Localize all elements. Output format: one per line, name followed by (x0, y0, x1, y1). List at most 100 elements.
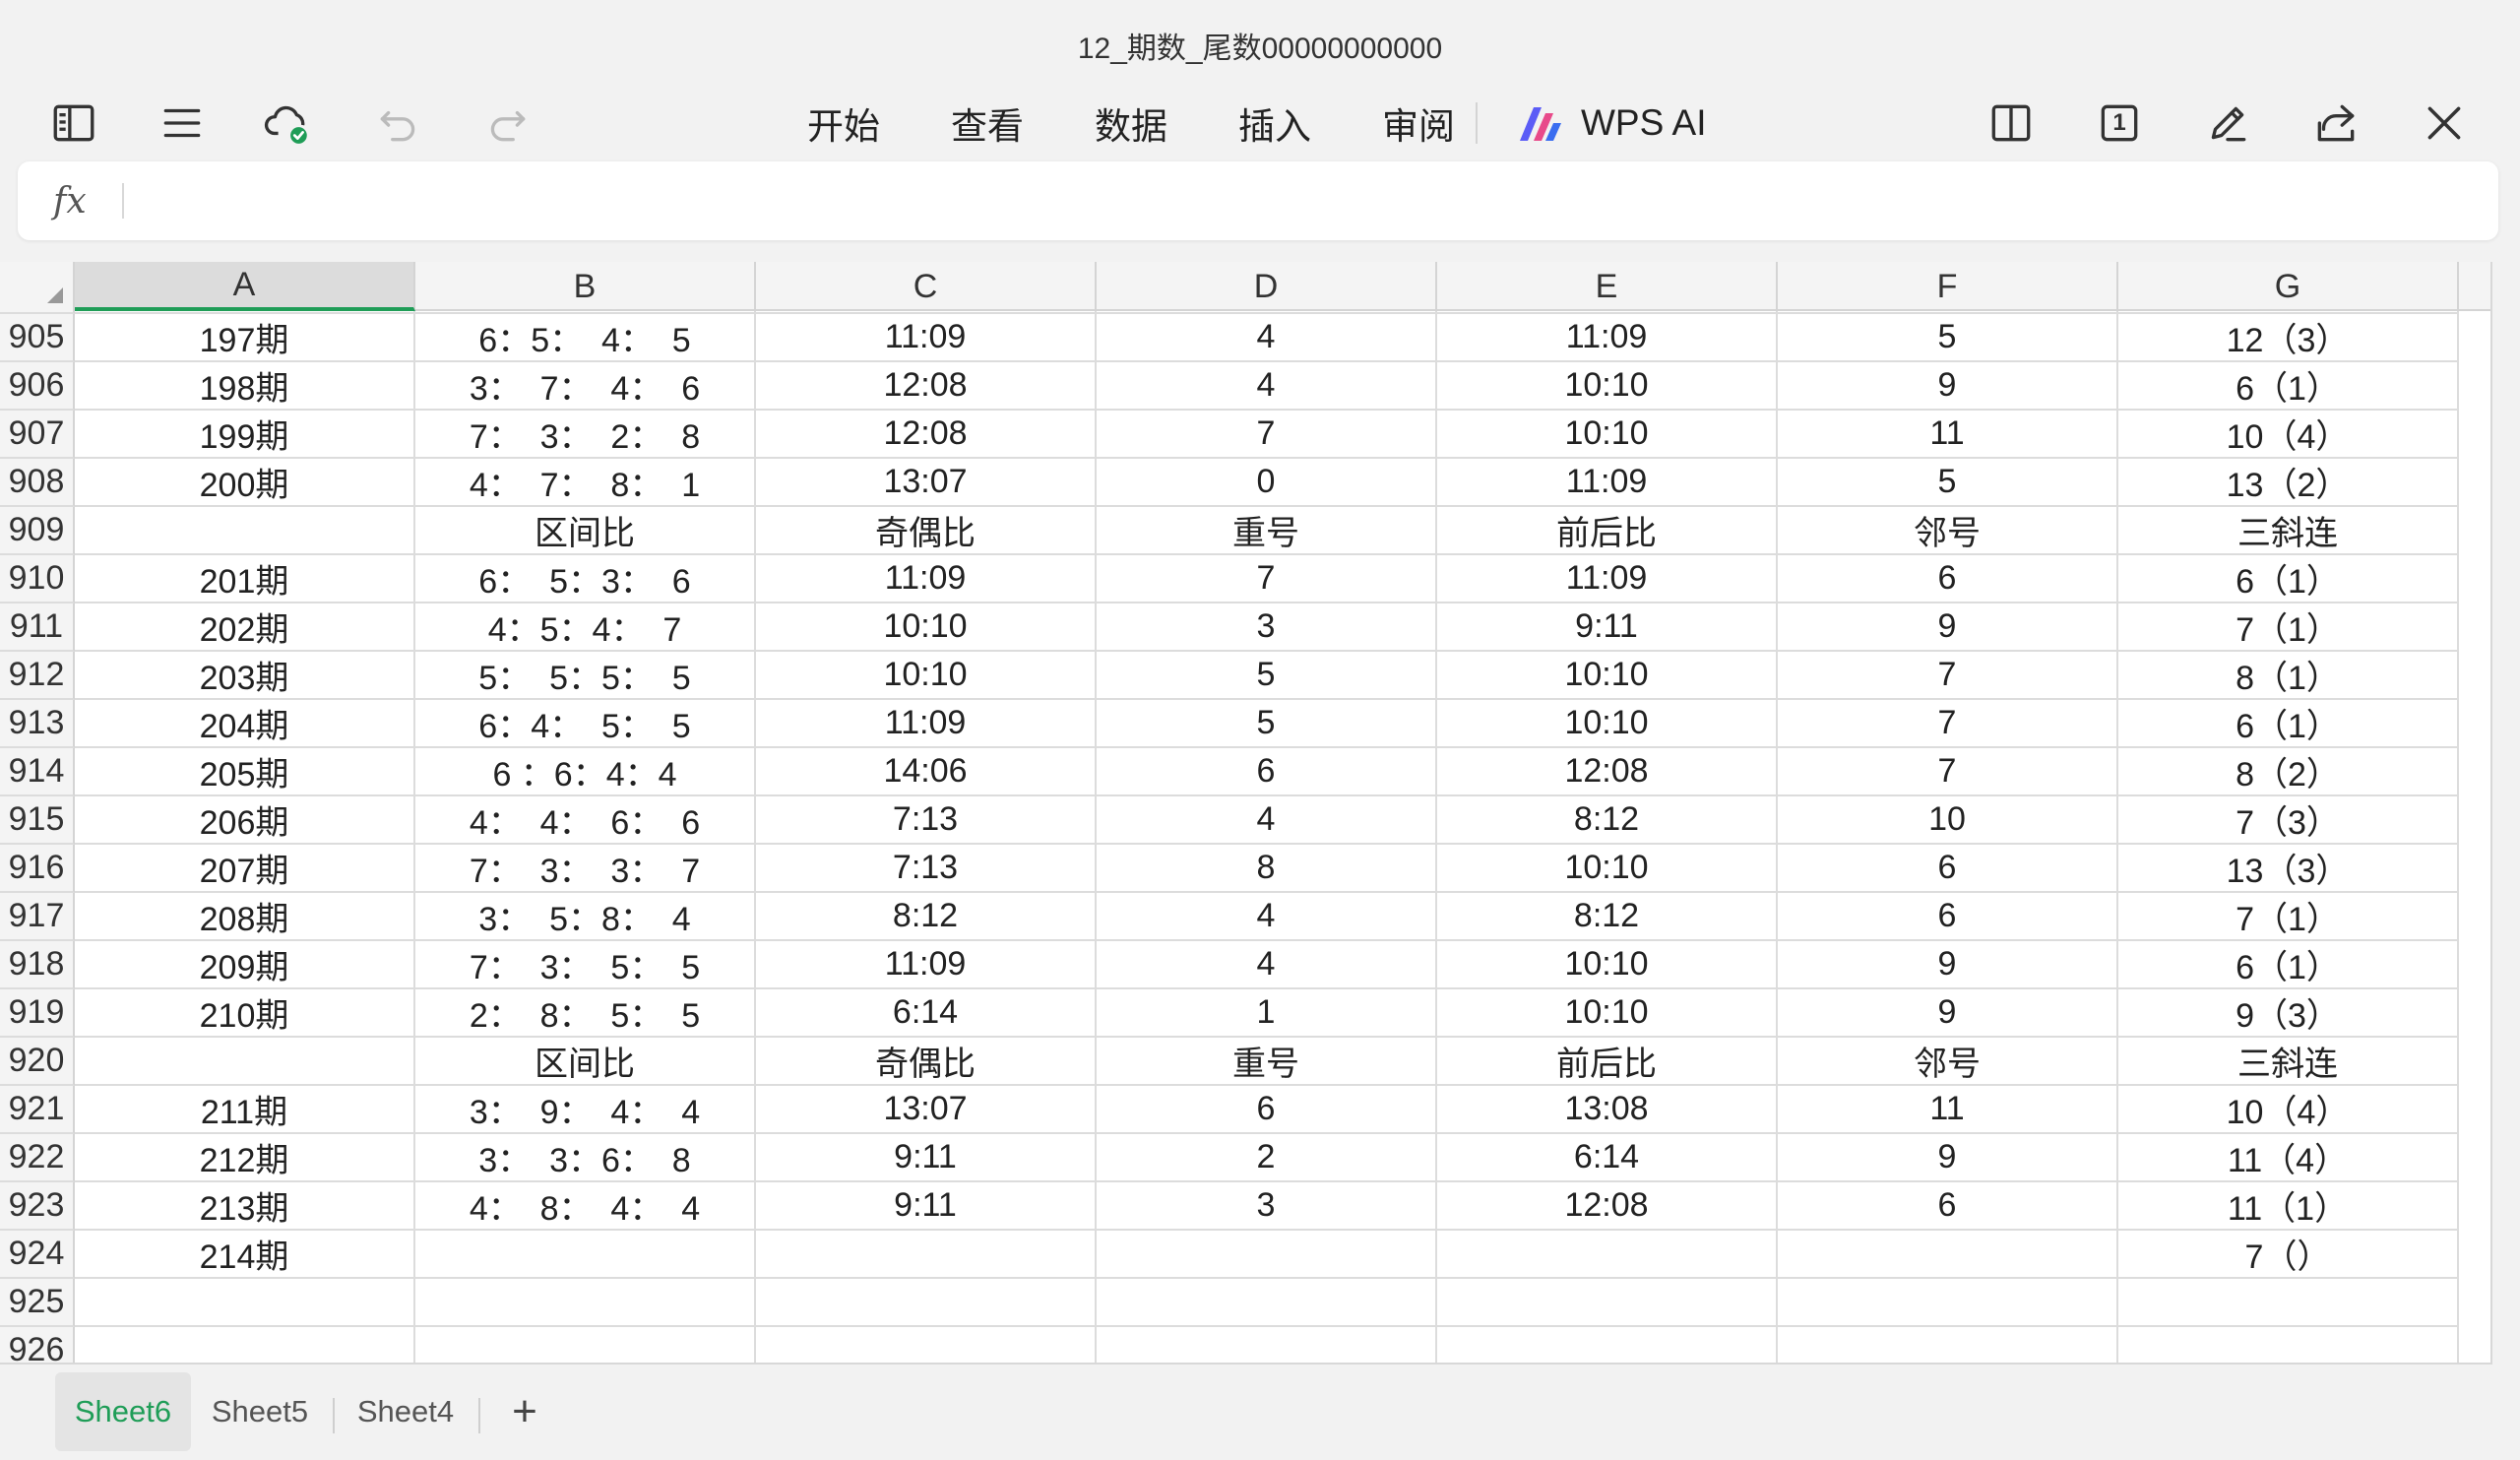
cell-e[interactable]: 10:10 (1437, 411, 1778, 459)
cell-a[interactable]: 200期 (75, 459, 415, 507)
column-header-b[interactable]: B (415, 262, 756, 311)
cell-c[interactable]: 6:14 (756, 989, 1097, 1038)
cell-g[interactable]: 三斜连 (2118, 507, 2459, 555)
menu-item-data[interactable]: 数据 (1095, 96, 1167, 150)
cell-f[interactable]: 7 (1778, 700, 2118, 748)
cell-e[interactable]: 10:10 (1437, 845, 1778, 893)
row-header[interactable]: 925 (0, 1279, 75, 1327)
column-header-e[interactable]: E (1437, 262, 1778, 311)
close-icon[interactable] (2412, 91, 2477, 156)
cell-c[interactable]: 9:11 (756, 1182, 1097, 1231)
cell-d[interactable]: 4 (1097, 893, 1437, 941)
cell-e[interactable]: 10:10 (1437, 362, 1778, 411)
cell-g[interactable] (2118, 1327, 2459, 1363)
cell-e[interactable]: 前后比 (1437, 1038, 1778, 1086)
cell-b[interactable]: 7： 3： 3： 7 (415, 845, 756, 893)
cell-g[interactable]: 10（4） (2118, 411, 2459, 459)
cell-f[interactable]: 11 (1778, 1086, 2118, 1134)
cell-f[interactable] (1778, 1327, 2118, 1363)
cell-b[interactable]: 6 ：6：4：4 (415, 748, 756, 796)
cell-f[interactable]: 10 (1778, 796, 2118, 845)
cell-f[interactable]: 5 (1778, 314, 2118, 362)
cell-e[interactable]: 10:10 (1437, 941, 1778, 989)
cell-b[interactable] (415, 1327, 756, 1363)
cell-c[interactable] (756, 1327, 1097, 1363)
cell-c[interactable]: 10:10 (756, 652, 1097, 700)
cell-b[interactable]: 6：4： 5： 5 (415, 700, 756, 748)
cell-b[interactable]: 5： 5：5： 5 (415, 652, 756, 700)
cell-c[interactable]: 8:12 (756, 893, 1097, 941)
cell-c[interactable]: 9:11 (756, 1134, 1097, 1182)
cell-a[interactable]: 205期 (75, 748, 415, 796)
cell-e[interactable]: 8:12 (1437, 893, 1778, 941)
row-header[interactable]: 915 (0, 796, 75, 845)
menu-item-view[interactable]: 查看 (951, 96, 1024, 150)
row-header[interactable]: 917 (0, 893, 75, 941)
cell-b[interactable]: 4：5：4： 7 (415, 603, 756, 652)
cell-c[interactable]: 13:07 (756, 459, 1097, 507)
cell-f[interactable]: 9 (1778, 362, 2118, 411)
row-header[interactable]: 909 (0, 507, 75, 555)
cell-f[interactable]: 6 (1778, 845, 2118, 893)
cell-f[interactable]: 9 (1778, 603, 2118, 652)
cell-g[interactable]: 6（1） (2118, 700, 2459, 748)
cell-d[interactable]: 5 (1097, 652, 1437, 700)
cloud-sync-icon[interactable] (256, 91, 321, 156)
page-indicator-button[interactable]: 1 (2087, 91, 2152, 156)
cell-b[interactable] (415, 1279, 756, 1327)
cell-d[interactable]: 7 (1097, 411, 1437, 459)
cell-b[interactable]: 7： 3： 5： 5 (415, 941, 756, 989)
cell-f[interactable]: 9 (1778, 941, 2118, 989)
cell-a[interactable]: 199期 (75, 411, 415, 459)
cell-b[interactable]: 区间比 (415, 507, 756, 555)
cell-d[interactable]: 4 (1097, 941, 1437, 989)
cell-f[interactable]: 邻号 (1778, 507, 2118, 555)
cell-d[interactable]: 1 (1097, 989, 1437, 1038)
cell-b[interactable]: 3： 9： 4： 4 (415, 1086, 756, 1134)
menu-icon[interactable] (150, 91, 215, 156)
cell-e[interactable]: 10:10 (1437, 700, 1778, 748)
cell-g[interactable]: 7（1） (2118, 603, 2459, 652)
cell-g[interactable]: 7（1） (2118, 893, 2459, 941)
sheet-tab-sheet5[interactable]: Sheet5 (201, 1372, 319, 1451)
cell-c[interactable]: 11:09 (756, 314, 1097, 362)
cell-d[interactable]: 4 (1097, 796, 1437, 845)
cell-b[interactable]: 3： 3：6： 8 (415, 1134, 756, 1182)
cell-g[interactable]: 9（3） (2118, 989, 2459, 1038)
cell-g[interactable]: 7（3） (2118, 796, 2459, 845)
cell-c[interactable]: 奇偶比 (756, 507, 1097, 555)
menu-item-insert[interactable]: 插入 (1238, 96, 1311, 150)
add-sheet-button[interactable]: + (502, 1372, 547, 1451)
row-header[interactable]: 924 (0, 1231, 75, 1279)
cell-g[interactable]: 11（1） (2118, 1182, 2459, 1231)
cell-a[interactable]: 214期 (75, 1231, 415, 1279)
cell-b[interactable]: 3： 7： 4： 6 (415, 362, 756, 411)
cell-g[interactable] (2118, 1279, 2459, 1327)
cell-a[interactable]: 201期 (75, 555, 415, 603)
cell-g[interactable]: 6（1） (2118, 555, 2459, 603)
cell-f[interactable]: 9 (1778, 1134, 2118, 1182)
cell-b[interactable]: 4： 7： 8： 1 (415, 459, 756, 507)
cell-g[interactable]: 6（1） (2118, 362, 2459, 411)
cell-g[interactable]: 10（4） (2118, 1086, 2459, 1134)
cell-f[interactable]: 6 (1778, 1182, 2118, 1231)
cell-e[interactable]: 12:08 (1437, 748, 1778, 796)
cell-e[interactable]: 12:08 (1437, 1182, 1778, 1231)
menu-item-start[interactable]: 开始 (807, 96, 880, 150)
cell-a[interactable] (75, 1279, 415, 1327)
cell-g[interactable]: 8（2） (2118, 748, 2459, 796)
cell-e[interactable]: 9:11 (1437, 603, 1778, 652)
cell-g[interactable]: 8（1） (2118, 652, 2459, 700)
row-header[interactable]: 919 (0, 989, 75, 1038)
cell-a[interactable]: 207期 (75, 845, 415, 893)
row-header[interactable]: 906 (0, 362, 75, 411)
cell-a[interactable]: 197期 (75, 314, 415, 362)
cell-f[interactable]: 9 (1778, 989, 2118, 1038)
formula-input[interactable] (146, 161, 2479, 240)
pen-edit-icon[interactable] (2195, 91, 2260, 156)
undo-icon[interactable] (366, 91, 431, 156)
cell-a[interactable]: 208期 (75, 893, 415, 941)
sidebar-toggle-icon[interactable] (41, 91, 106, 156)
cell-c[interactable]: 7:13 (756, 845, 1097, 893)
cell-d[interactable]: 0 (1097, 459, 1437, 507)
